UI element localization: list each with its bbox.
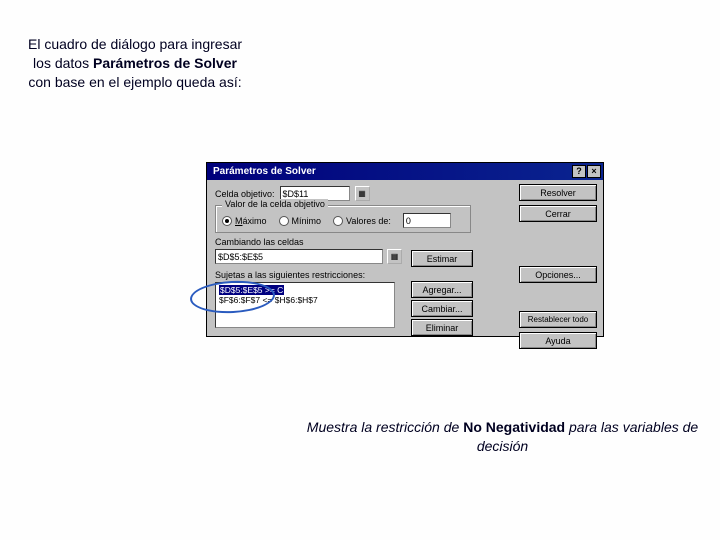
radio-minimo[interactable]: Mínimo — [279, 216, 322, 226]
radio-dot-icon — [279, 216, 289, 226]
titlebar-help-button[interactable]: ? — [572, 165, 586, 178]
titlebar: Parámetros de Solver ? × — [207, 163, 603, 180]
label-celda-objetivo: Celda objetivo: — [215, 189, 275, 199]
caption-top: El cuadro de diálogo para ingresar los d… — [25, 35, 245, 92]
caption-bottom-pre: Muestra la restricción de — [307, 419, 463, 435]
ayuda-button[interactable]: Ayuda — [519, 332, 597, 349]
input-cambiando[interactable]: $D$5:$E$5 — [215, 249, 383, 264]
constraint-row: $D$5:$E$5 >= C — [219, 285, 391, 295]
radio-valores-de[interactable]: Valores de: — [333, 216, 391, 226]
range-picker-icon[interactable]: ▦ — [387, 249, 402, 264]
agregar-button[interactable]: Agregar... — [411, 281, 473, 298]
estimar-button[interactable]: Estimar — [411, 250, 473, 267]
caption-top-line2: con base en el ejemplo queda así: — [28, 74, 241, 90]
constraint-0[interactable]: $D$5:$E$5 >= C — [219, 285, 284, 295]
radio-dot-icon — [222, 216, 232, 226]
caption-bottom: Muestra la restricción de No Negatividad… — [300, 418, 705, 456]
radio-maximo-label: Máximo — [235, 216, 267, 226]
titlebar-close-button[interactable]: × — [587, 165, 601, 178]
caption-top-bold: Parámetros de Solver — [93, 55, 237, 71]
resolver-button[interactable]: Resolver — [519, 184, 597, 201]
group-valor-celda: Valor de la celda objetivo Máximo Mínimo… — [215, 205, 471, 233]
cerrar-button[interactable]: Cerrar — [519, 205, 597, 222]
restablecer-button[interactable]: Restablecer todo — [519, 311, 597, 328]
input-valores-de[interactable]: 0 — [403, 213, 451, 228]
radio-minimo-label: Mínimo — [292, 216, 322, 226]
range-picker-icon[interactable]: ▦ — [355, 186, 370, 201]
caption-bottom-bold: No Negatividad — [463, 419, 565, 435]
radio-valores-label: Valores de: — [346, 216, 391, 226]
radio-dot-icon — [333, 216, 343, 226]
dialog-title: Parámetros de Solver — [213, 166, 316, 177]
cambiar-button[interactable]: Cambiar... — [411, 300, 473, 317]
constraints-listbox[interactable]: $D$5:$E$5 >= C $F$6:$F$7 <= $H$6:$H$7 — [215, 282, 395, 328]
radio-maximo[interactable]: Máximo — [222, 216, 267, 226]
label-valor-celda: Valor de la celda objetivo — [222, 199, 328, 209]
eliminar-button[interactable]: Eliminar — [411, 319, 473, 336]
solver-dialog: Parámetros de Solver ? × Celda objetivo:… — [206, 162, 604, 337]
opciones-button[interactable]: Opciones... — [519, 266, 597, 283]
constraint-row[interactable]: $F$6:$F$7 <= $H$6:$H$7 — [219, 295, 391, 305]
